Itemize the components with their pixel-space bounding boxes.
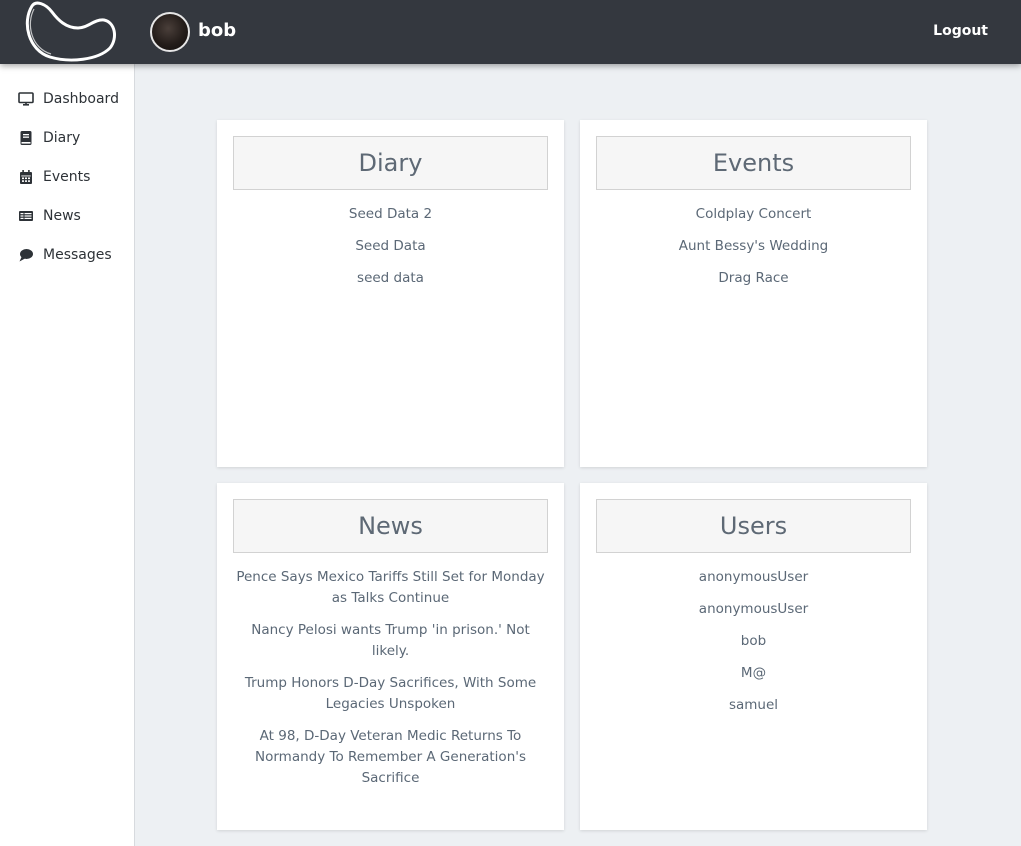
news-card: News Pence Says Mexico Tariffs Still Set…	[217, 483, 564, 830]
list-item[interactable]: At 98, D-Day Veteran Medic Returns To No…	[233, 726, 548, 789]
calendar-icon	[18, 169, 34, 185]
list-item[interactable]: Seed Data	[233, 236, 548, 257]
users-list: anonymousUser anonymousUser bob M@ samue…	[596, 567, 911, 727]
sidebar-item-label: Dashboard	[43, 91, 119, 107]
card-title: Diary	[233, 136, 548, 190]
events-card: Events Coldplay Concert Aunt Bessy's Wed…	[580, 120, 927, 467]
comment-icon	[18, 247, 34, 263]
bean-logo-icon[interactable]	[20, 0, 118, 64]
book-icon	[18, 130, 34, 146]
sidebar-item-messages[interactable]: Messages	[18, 245, 112, 265]
news-list: Pence Says Mexico Tariffs Still Set for …	[233, 567, 548, 800]
sidebar-item-news[interactable]: News	[18, 206, 81, 226]
sidebar-item-label: News	[43, 208, 81, 224]
list-item[interactable]: M@	[596, 663, 911, 684]
sidebar-item-events[interactable]: Events	[18, 167, 90, 187]
card-title: Events	[596, 136, 911, 190]
list-item[interactable]: seed data	[233, 268, 548, 289]
list-item[interactable]: Aunt Bessy's Wedding	[596, 236, 911, 257]
sidebar-item-dashboard[interactable]: Dashboard	[18, 89, 119, 109]
list-item[interactable]: Drag Race	[596, 268, 911, 289]
username: bob	[198, 20, 237, 41]
sidebar-item-diary[interactable]: Diary	[18, 128, 80, 148]
sidebar: Dashboard Diary Events News Messages	[0, 64, 135, 846]
monitor-icon	[18, 91, 34, 107]
sidebar-item-label: Diary	[43, 130, 81, 146]
logout-button[interactable]: Logout	[933, 23, 988, 39]
list-item[interactable]: Nancy Pelosi wants Trump 'in prison.' No…	[233, 620, 548, 662]
list-item[interactable]: Coldplay Concert	[596, 204, 911, 225]
list-item[interactable]: Seed Data 2	[233, 204, 548, 225]
list-item[interactable]: anonymousUser	[596, 599, 911, 620]
diary-list: Seed Data 2 Seed Data seed data	[233, 204, 548, 300]
top-navbar: bob Logout	[0, 0, 1021, 64]
list-item[interactable]: samuel	[596, 695, 911, 716]
list-item[interactable]: anonymousUser	[596, 567, 911, 588]
list-item[interactable]: bob	[596, 631, 911, 652]
card-title: News	[233, 499, 548, 553]
diary-card: Diary Seed Data 2 Seed Data seed data	[217, 120, 564, 467]
list-item[interactable]: Trump Honors D-Day Sacrifices, With Some…	[233, 673, 548, 715]
events-list: Coldplay Concert Aunt Bessy's Wedding Dr…	[596, 204, 911, 300]
users-card: Users anonymousUser anonymousUser bob M@…	[580, 483, 927, 830]
card-title: Users	[596, 499, 911, 553]
list-item[interactable]: Pence Says Mexico Tariffs Still Set for …	[233, 567, 548, 609]
sidebar-item-label: Messages	[43, 247, 112, 263]
newspaper-icon	[18, 208, 34, 224]
user-avatar[interactable]	[150, 12, 190, 52]
sidebar-item-label: Events	[43, 169, 91, 185]
